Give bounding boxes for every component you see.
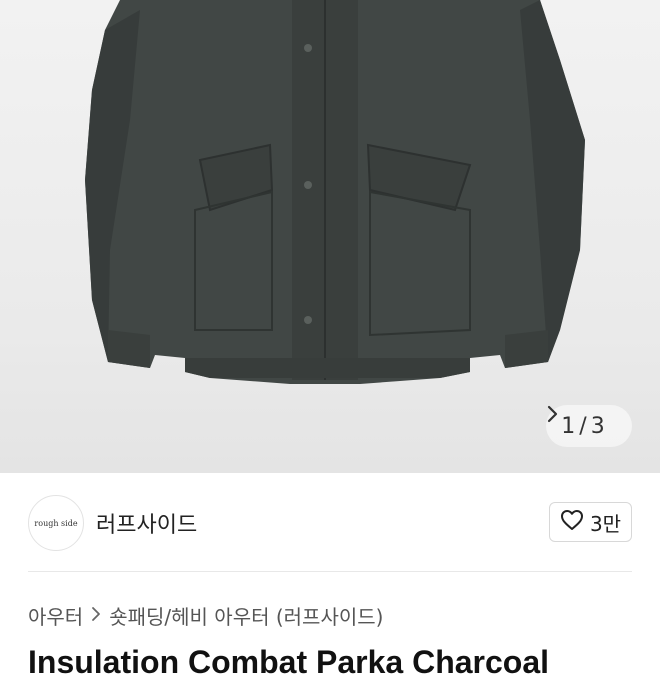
shop-logo-text: rough side (34, 518, 78, 528)
jacket-image (85, 0, 585, 384)
product-title: Insulation Combat Parka Charcoal (28, 644, 550, 680)
breadcrumb: 아우터 숏패딩/헤비 아우터 (러프사이드) (28, 601, 383, 630)
breadcrumb-category[interactable]: 아우터 (28, 601, 83, 630)
chevron-right-icon (91, 606, 101, 626)
divider (28, 571, 632, 572)
shop-name[interactable]: 러프사이드 (96, 507, 197, 539)
like-count: 3만 (589, 511, 622, 536)
shop-avatar[interactable]: rough side (28, 495, 84, 551)
pager-current: 1 (561, 413, 576, 439)
image-pager[interactable]: 1 / 3 (546, 405, 632, 447)
pager-separator: / (579, 413, 587, 439)
like-button[interactable]: 3만 (549, 502, 632, 542)
heart-icon (560, 509, 584, 536)
pager-total: 3 (590, 413, 605, 439)
shop-row: rough side 러프사이드 3만 (0, 473, 660, 571)
product-image-gallery[interactable]: 1 / 3 (0, 0, 660, 473)
breadcrumb-subcategory[interactable]: 숏패딩/헤비 아우터 (러프사이드) (109, 601, 383, 630)
